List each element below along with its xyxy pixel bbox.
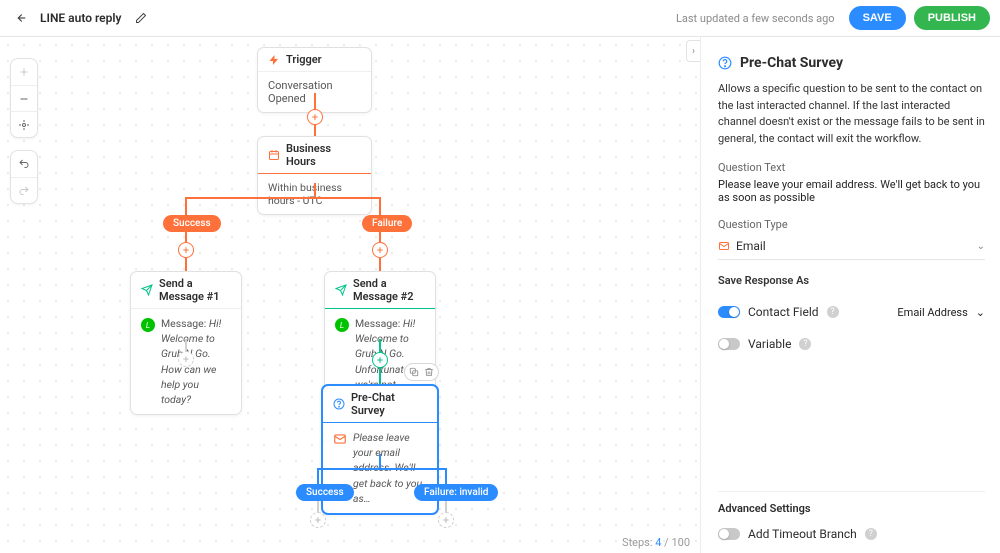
panel-title: Pre-Chat Survey [740, 55, 843, 71]
question-type-label: Question Type [718, 218, 985, 231]
page-title: LINE auto reply [40, 11, 121, 25]
last-updated-label: Last updated a few seconds ago [676, 12, 835, 25]
question-circle-icon [333, 398, 345, 410]
pre-chat-survey-title: Pre-Chat Survey [351, 391, 427, 417]
business-hours-node[interactable]: Business Hours Within business hours - U… [257, 136, 372, 215]
undo-icon [18, 158, 30, 170]
question-text-value[interactable]: Please leave your email address. We'll g… [718, 178, 985, 204]
send-message-1-node[interactable]: Send a Message #1 L Message: Hi! Welcome… [130, 271, 242, 415]
line-channel-icon: L [141, 318, 155, 332]
steps-counter: Steps: 4 / 100 [622, 536, 690, 549]
add-step-after-msg1[interactable]: + [178, 351, 194, 367]
canvas-tools [10, 58, 38, 204]
redo-button[interactable] [11, 177, 37, 203]
contact-field-select[interactable]: Email Address ⌄ [897, 306, 985, 319]
workflow-canvas[interactable]: Trigger Conversation Opened + Business H… [0, 37, 700, 553]
publish-button[interactable]: PUBLISH [914, 6, 990, 30]
edit-title-button[interactable] [131, 8, 151, 28]
question-type-value: Email [736, 239, 766, 253]
help-contact-field-icon[interactable]: ? [827, 306, 839, 318]
minus-icon [18, 93, 30, 105]
calendar-icon [268, 149, 280, 161]
redo-icon [18, 185, 30, 197]
survey-branch-failure-chip[interactable]: Failure: invalid [414, 484, 498, 501]
save-button[interactable]: SAVE [849, 6, 906, 30]
question-text-label: Question Text [718, 161, 985, 174]
zoom-group [10, 58, 38, 138]
question-circle-icon [718, 56, 732, 70]
copy-node-button[interactable] [407, 367, 421, 377]
panel-title-row: Pre-Chat Survey [718, 55, 985, 71]
help-variable-icon[interactable]: ? [799, 338, 811, 350]
contact-field-toggle[interactable] [718, 306, 740, 318]
mail-icon [718, 240, 730, 252]
panel-footer: Advanced Settings Add Timeout Branch ? [718, 491, 985, 545]
send-message-2-title: Send a Message #2 [353, 277, 425, 303]
line-channel-icon: L [335, 318, 349, 332]
send-icon [141, 284, 153, 296]
arrow-left-icon [13, 11, 27, 25]
timeout-label: Add Timeout Branch [748, 527, 857, 541]
chevron-right-icon: › [692, 46, 695, 57]
branch-success-chip[interactable]: Success [163, 215, 221, 232]
chevron-down-icon: ⌄ [976, 306, 985, 319]
bolt-icon [268, 54, 280, 66]
survey-branch-success-chip[interactable]: Success [296, 484, 354, 501]
add-step-after-msg2[interactable]: + [372, 352, 388, 368]
inspector-panel: Pre-Chat Survey Allows a specific questi… [700, 37, 1000, 553]
variable-toggle[interactable] [718, 338, 740, 350]
back-button[interactable] [10, 8, 30, 28]
add-step-failure[interactable]: + [372, 242, 388, 258]
crosshair-icon [18, 119, 30, 131]
advanced-settings-title: Advanced Settings [718, 502, 985, 515]
timeout-row: Add Timeout Branch ? [718, 527, 985, 541]
send-icon [335, 284, 347, 296]
pencil-icon [135, 12, 147, 24]
delete-node-button[interactable] [422, 367, 436, 377]
chevron-down-icon: ⌄ [977, 241, 985, 252]
trigger-title: Trigger [286, 53, 322, 66]
pre-chat-survey-head: Pre-Chat Survey [323, 386, 437, 423]
undo-button[interactable] [11, 151, 37, 177]
app-header: LINE auto reply Last updated a few secon… [0, 0, 1000, 37]
variable-label: Variable [748, 337, 791, 351]
header-left: LINE auto reply [10, 8, 151, 28]
trigger-node-head: Trigger [258, 48, 371, 72]
send-message-1-title: Send a Message #1 [159, 277, 231, 303]
trigger-body: Conversation Opened [258, 72, 371, 112]
question-type-select[interactable]: Email ⌄ [718, 235, 985, 260]
mail-icon [333, 432, 347, 446]
panel-collapse-button[interactable]: › [686, 40, 700, 62]
zoom-in-button[interactable] [11, 59, 37, 85]
trigger-node[interactable]: Trigger Conversation Opened [257, 47, 372, 113]
fit-view-button[interactable] [11, 111, 37, 137]
header-right: Last updated a few seconds ago SAVE PUBL… [676, 6, 990, 30]
plus-icon [18, 66, 30, 78]
business-hours-head: Business Hours [258, 137, 371, 174]
send-message-1-head: Send a Message #1 [131, 272, 241, 309]
timeout-toggle[interactable] [718, 528, 740, 540]
zoom-out-button[interactable] [11, 85, 37, 111]
save-response-as-label: Save Response As [718, 274, 985, 287]
contact-field-row: Contact Field ? Email Address ⌄ [718, 305, 985, 319]
node-action-toolbar [404, 363, 439, 381]
trash-icon [424, 367, 434, 377]
send-message-2-head: Send a Message #2 [325, 272, 435, 309]
business-hours-title: Business Hours [286, 142, 361, 168]
add-step-success[interactable]: + [178, 242, 194, 258]
business-hours-body: Within business hours - UTC [258, 174, 371, 214]
panel-description: Allows a specific question to be sent to… [718, 81, 985, 147]
add-step-survey-failure[interactable]: + [438, 512, 454, 528]
contact-field-label: Contact Field [748, 305, 819, 319]
copy-icon [409, 367, 419, 377]
branch-failure-chip[interactable]: Failure [362, 215, 412, 232]
help-timeout-icon[interactable]: ? [865, 528, 877, 540]
undo-group [10, 150, 38, 204]
add-step-after-trigger[interactable]: + [307, 109, 323, 125]
add-step-survey-success[interactable]: + [310, 512, 326, 528]
variable-row: Variable ? [718, 337, 985, 351]
